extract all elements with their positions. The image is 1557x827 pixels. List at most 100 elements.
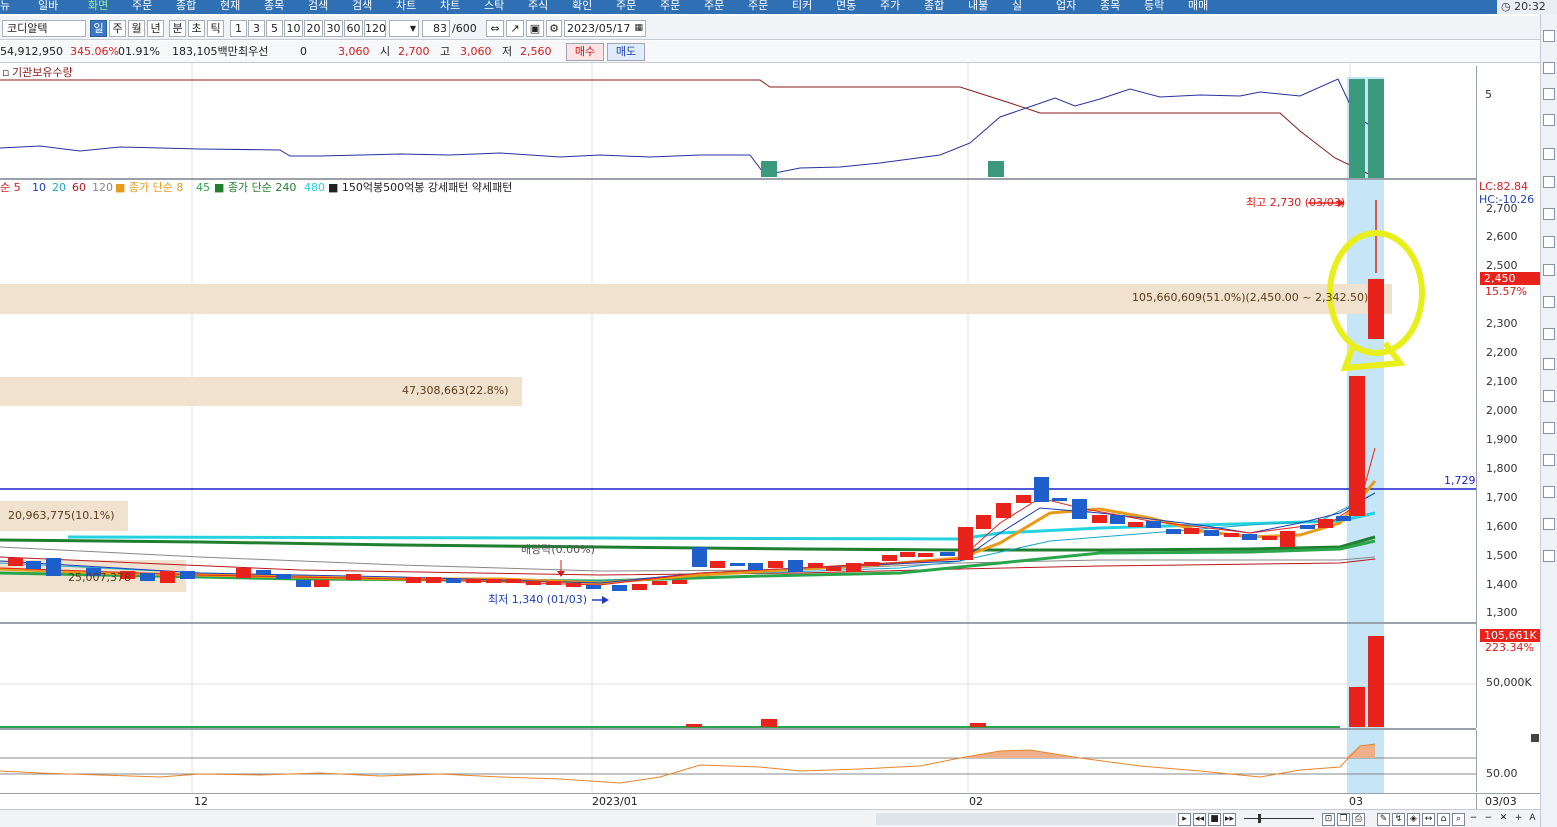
copy-icon[interactable]: ❐ [1337, 813, 1350, 826]
tool-icon[interactable] [1543, 62, 1555, 74]
period-minute-button[interactable]: 분 [169, 20, 186, 37]
sell-button[interactable]: 매도 [607, 43, 645, 61]
menu-item[interactable]: 면동 [836, 0, 856, 13]
menu-item[interactable]: 종목 [1100, 0, 1120, 13]
menu-item[interactable]: 검색 [308, 0, 328, 13]
period-month-button[interactable]: 월 [128, 20, 145, 37]
interval-button[interactable]: 1 [230, 20, 247, 37]
tool-icon[interactable] [1543, 176, 1555, 188]
candle [180, 571, 195, 579]
zoom-icon[interactable]: ⊡ [1322, 813, 1335, 826]
stock-name-input[interactable]: 코디알텍 [2, 20, 86, 37]
interval-button[interactable]: 20 [304, 20, 323, 37]
current-price-pct: 15.57% [1485, 285, 1527, 298]
cursor-icon[interactable] [1543, 30, 1555, 42]
scroll-right-icon[interactable]: ▸ [1178, 813, 1191, 826]
menu-item[interactable]: 주가 [880, 0, 900, 13]
tool-icon[interactable] [1543, 358, 1555, 370]
close-icon[interactable]: ✕ [1497, 813, 1510, 826]
menu-item[interactable]: 차트 [396, 0, 416, 13]
trend-icon[interactable]: ↗ [506, 20, 524, 37]
menu-item[interactable]: 업자 [1056, 0, 1076, 13]
menu-item[interactable]: 매매 [1188, 0, 1208, 13]
interval-button[interactable]: 30 [324, 20, 343, 37]
count-input[interactable]: 83 [422, 20, 450, 37]
menu-item[interactable]: 주문 [132, 0, 152, 13]
menu-item[interactable]: 차트 [440, 0, 460, 13]
interval-button[interactable]: 120 [364, 20, 386, 37]
menu-item[interactable]: 일바 [38, 0, 58, 13]
minus-icon[interactable]: − [1467, 813, 1480, 826]
interval-dropdown[interactable]: ▼ [389, 20, 419, 37]
tool-icon[interactable] [1543, 454, 1555, 466]
tool-icon[interactable] [1543, 296, 1555, 308]
tool-icon[interactable]: ◈ [1407, 813, 1420, 826]
menu-item[interactable]: 내불 [968, 0, 988, 13]
tool-icon[interactable] [1543, 550, 1555, 562]
period-year-button[interactable]: 년 [147, 20, 164, 37]
tool-icon[interactable] [1543, 422, 1555, 434]
tool-icon[interactable] [1543, 518, 1555, 530]
period-week-button[interactable]: 주 [109, 20, 126, 37]
save-icon[interactable]: ▣ [526, 20, 544, 37]
tool-icon[interactable]: ✎ [1377, 813, 1390, 826]
menu-item[interactable]: 주문 [704, 0, 724, 13]
candle [976, 515, 991, 529]
menu-item[interactable]: 주문 [616, 0, 636, 13]
stop-icon[interactable]: ■ [1208, 813, 1221, 826]
period-second-button[interactable]: 초 [188, 20, 205, 37]
zoom-slider[interactable] [1244, 818, 1314, 819]
menu-item[interactable]: 등락 [1144, 0, 1164, 13]
menu-item[interactable]: 주문 [748, 0, 768, 13]
tool-icon[interactable] [1543, 390, 1555, 402]
menu-item[interactable]: 실 [1012, 0, 1022, 13]
forward-icon[interactable]: ▸▸ [1223, 813, 1236, 826]
menu-item[interactable]: 확인 [572, 0, 592, 13]
menu-item[interactable]: 스탁 [484, 0, 504, 13]
menu-item[interactable]: 뉴 [0, 0, 10, 13]
rewind-icon[interactable]: ◂◂ [1193, 813, 1206, 826]
plus-icon[interactable]: + [1512, 813, 1525, 826]
chart-scrollbar[interactable] [876, 813, 1176, 825]
close-icon[interactable] [1531, 734, 1539, 742]
tool-icon[interactable] [1543, 208, 1555, 220]
candle [1128, 522, 1143, 527]
menu-item[interactable]: 주문 [660, 0, 680, 13]
date-input[interactable]: 2023/05/17 ▦ [564, 20, 646, 37]
tool-icon[interactable] [1543, 148, 1555, 160]
chart-canvas[interactable] [0, 63, 1476, 809]
interval-button[interactable]: 10 [284, 20, 303, 37]
tool-icon[interactable]: ⌂ [1437, 813, 1450, 826]
tool-icon[interactable] [1543, 328, 1555, 340]
volume-bar [686, 724, 702, 727]
zoom-slider-handle[interactable] [1258, 814, 1261, 823]
tool-icon[interactable] [1543, 114, 1555, 126]
period-day-button[interactable]: 일 [90, 20, 107, 37]
tool-icon[interactable]: ↯ [1392, 813, 1405, 826]
menu-item[interactable]: 검색 [352, 0, 372, 13]
interval-button[interactable]: 60 [344, 20, 363, 37]
tool-icon[interactable] [1543, 486, 1555, 498]
interval-button[interactable]: 3 [248, 20, 265, 37]
zoom-in-icon[interactable]: ⇔ [486, 20, 504, 37]
tool-icon[interactable]: ↔ [1422, 813, 1435, 826]
axis-tick: 1,600 [1486, 520, 1518, 533]
text-icon[interactable]: A [1526, 813, 1539, 826]
zoom-out-icon[interactable]: − [1482, 813, 1495, 826]
menu-item[interactable]: 티커 [792, 0, 812, 13]
gear-icon[interactable]: ⚙ [546, 20, 562, 37]
menu-item[interactable]: 현재 [220, 0, 240, 13]
menu-item[interactable]: 화면 [88, 0, 108, 13]
search-icon[interactable]: ⌕ [1452, 813, 1465, 826]
menu-item[interactable]: 종합 [924, 0, 944, 13]
buy-button[interactable]: 매수 [566, 43, 604, 61]
menu-item[interactable]: 종목 [264, 0, 284, 13]
period-tick-button[interactable]: 틱 [207, 20, 224, 37]
interval-button[interactable]: 5 [266, 20, 283, 37]
tool-icon[interactable] [1543, 88, 1555, 100]
print-icon[interactable]: ⎙ [1352, 813, 1365, 826]
tool-icon[interactable] [1543, 236, 1555, 248]
menu-item[interactable]: 종합 [176, 0, 196, 13]
menu-item[interactable]: 주식 [528, 0, 548, 13]
tool-icon[interactable] [1543, 264, 1555, 276]
